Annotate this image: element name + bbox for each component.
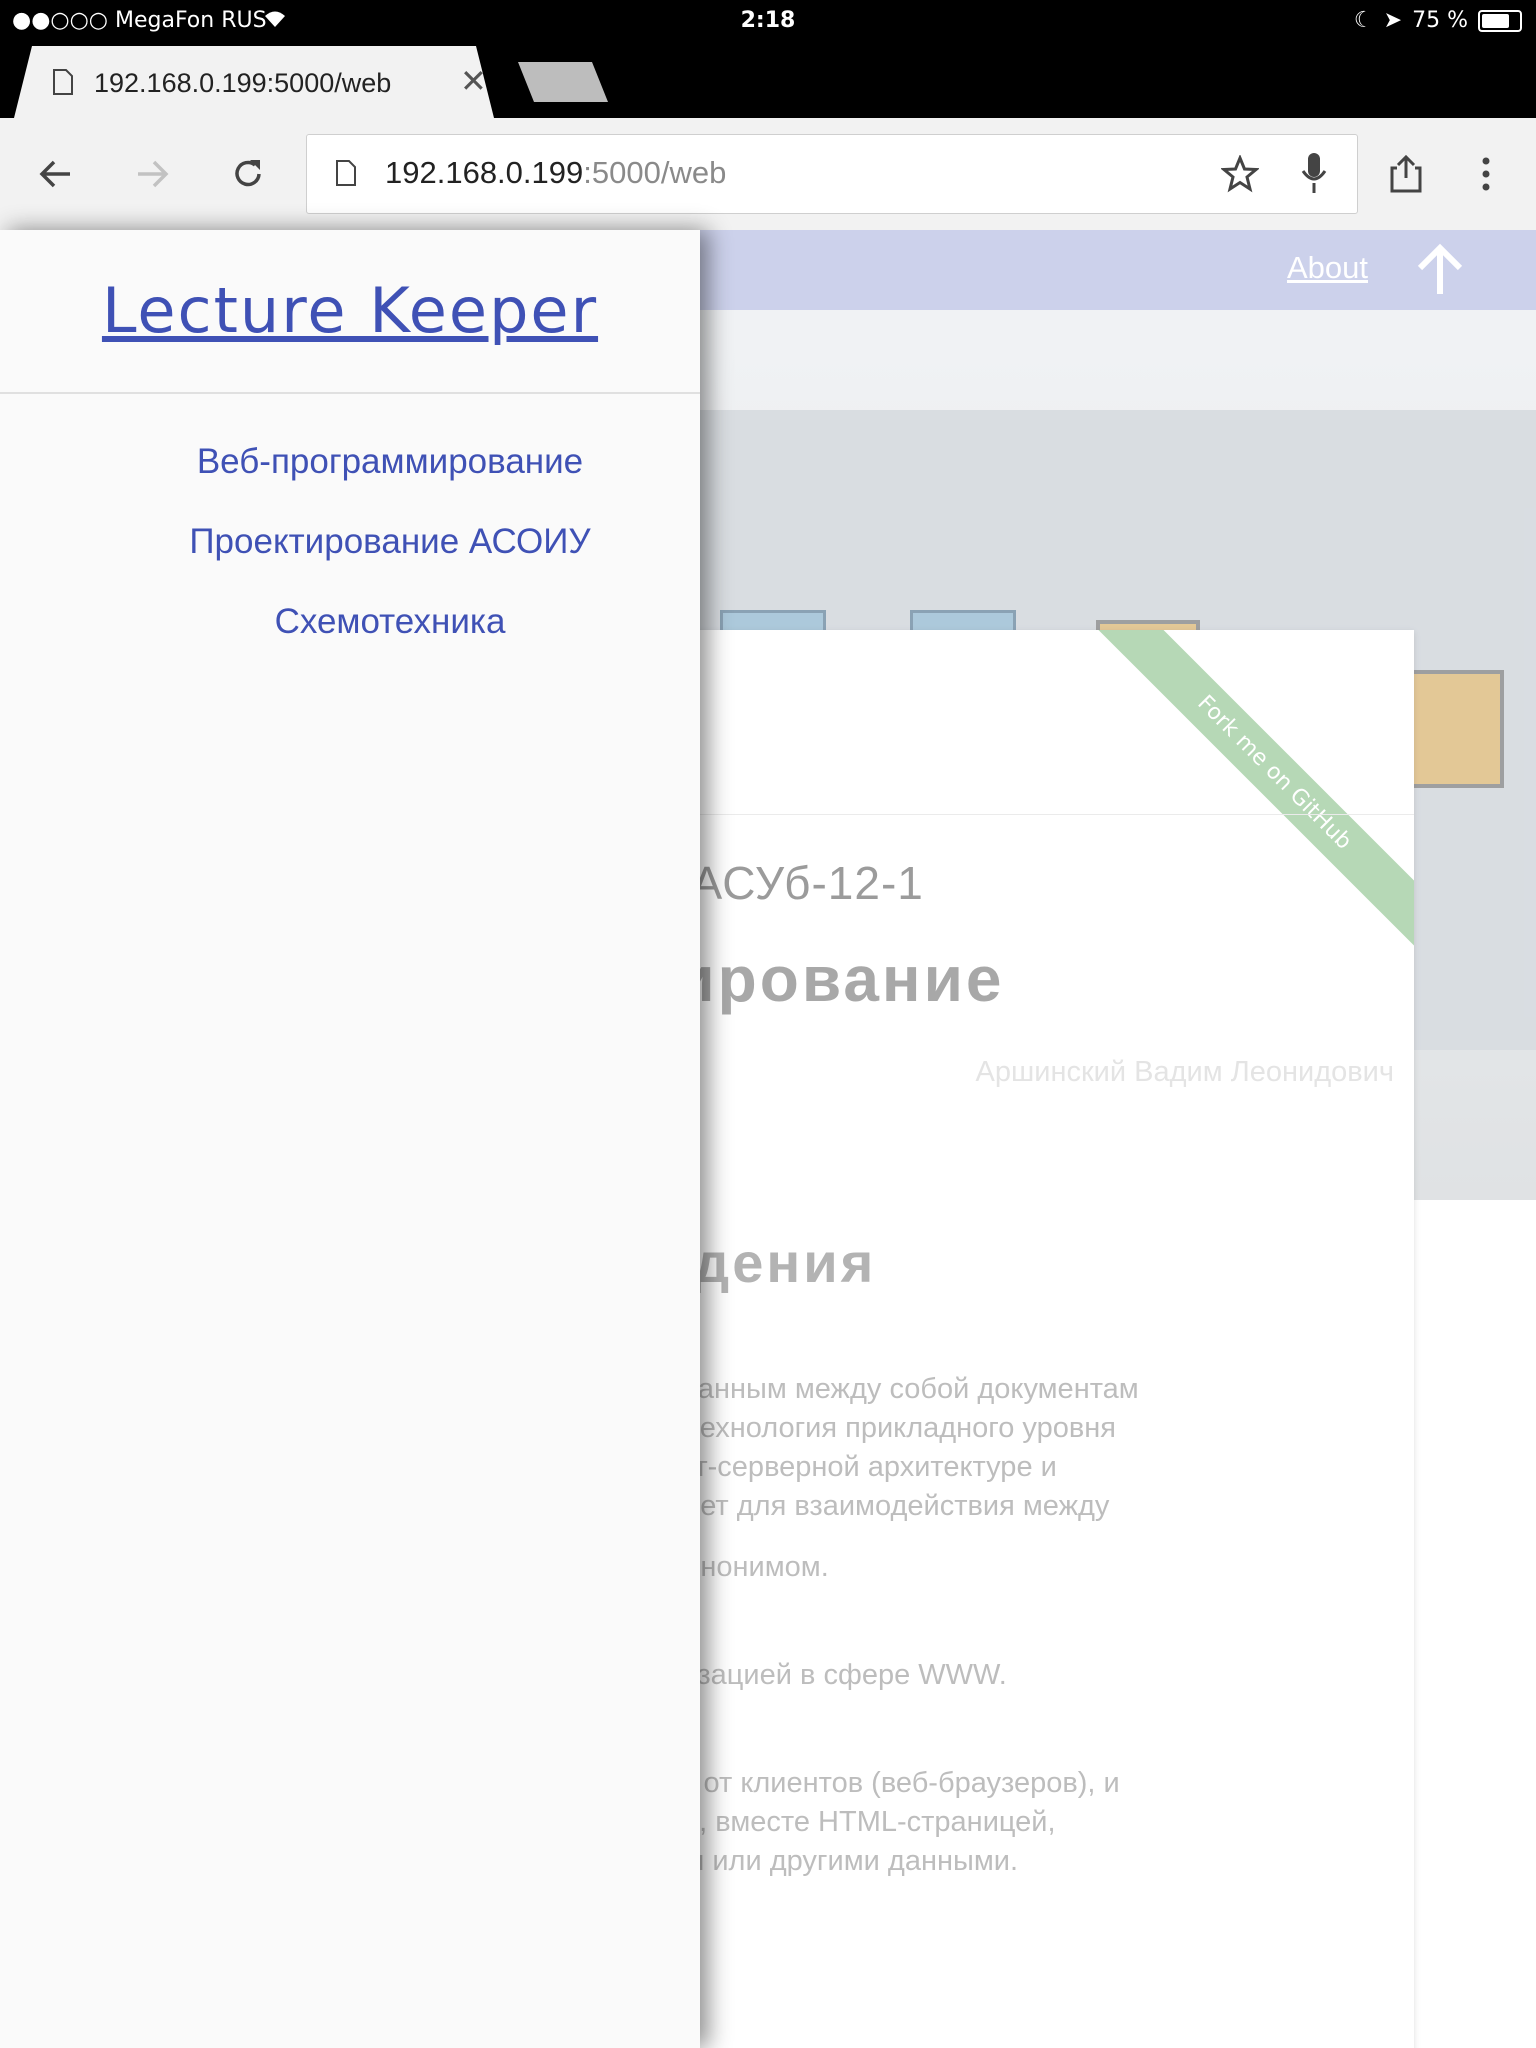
battery-percent: 75 % (1412, 8, 1468, 33)
reload-icon (235, 160, 261, 187)
do-not-disturb-icon: ☾ (1353, 8, 1374, 33)
forward-button[interactable] (124, 146, 180, 202)
page-info-icon (336, 160, 356, 186)
share-icon (1390, 154, 1422, 193)
drawer-nav: Веб-программирование Проектирование АСОИ… (90, 440, 690, 680)
navigation-drawer: Lecture Keeper Веб-программирование Прое… (0, 230, 700, 2048)
nav-item-circuit-engineering[interactable]: Схемотехника (90, 600, 690, 680)
back-button[interactable] (28, 146, 84, 202)
address-bar[interactable]: 192.168.0.199:5000/web (306, 134, 1358, 214)
forward-arrow-icon (138, 160, 169, 188)
location-icon: ➤ (1383, 8, 1403, 33)
bookmark-star-icon[interactable] (1221, 155, 1259, 193)
new-tab-button[interactable] (518, 62, 608, 102)
share-button[interactable] (1378, 146, 1434, 202)
back-arrow-icon (39, 160, 70, 188)
nav-item-web-programming[interactable]: Веб-программирование (90, 440, 690, 520)
app-brand-link[interactable]: Lecture Keeper (0, 274, 700, 347)
page-icon (53, 69, 73, 95)
more-vertical-icon (1482, 157, 1490, 191)
reload-button[interactable] (220, 146, 276, 202)
drawer-divider (0, 392, 700, 394)
tab-close-icon[interactable]: ✕ (460, 62, 487, 100)
browser-toolbar: 192.168.0.199:5000/web (0, 118, 1536, 231)
menu-button[interactable] (1458, 146, 1514, 202)
status-bar: ●●○○○ MegaFon RUS 2:18 ☾ ➤ 75 % (0, 0, 1536, 40)
nav-item-asoiu-design[interactable]: Проектирование АСОИУ (90, 520, 690, 600)
clock: 2:18 (740, 8, 796, 33)
url-text: 192.168.0.199:5000/web (385, 155, 727, 190)
microphone-icon[interactable] (1299, 151, 1329, 197)
browser-tab[interactable]: 192.168.0.199:5000/web ✕ (14, 46, 494, 118)
tab-strip: 192.168.0.199:5000/web ✕ (0, 40, 1536, 118)
tab-title: 192.168.0.199:5000/web (94, 68, 392, 98)
battery-icon (1478, 9, 1522, 32)
